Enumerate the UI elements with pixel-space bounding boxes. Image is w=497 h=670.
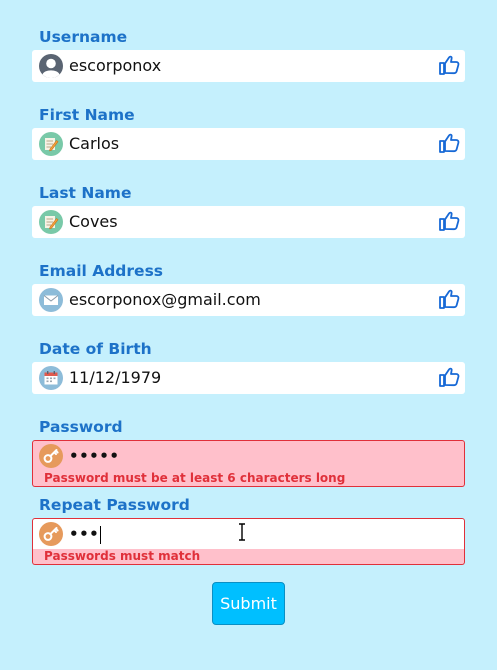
envelope-icon (39, 288, 63, 312)
last-name-value: Coves (69, 212, 118, 231)
first-name-label: First Name (39, 106, 135, 124)
email-field[interactable]: escorponox@gmail.com (32, 284, 465, 316)
password-error: Password must be at least 6 characters l… (32, 471, 465, 487)
dob-label: Date of Birth (39, 340, 152, 358)
password-field[interactable]: ••••• (32, 440, 465, 472)
thumbs-up-icon (439, 211, 460, 231)
last-name-label: Last Name (39, 184, 132, 202)
thumbs-up-icon (439, 289, 460, 309)
username-label: Username (39, 28, 128, 46)
repeat-password-value: ••• (69, 525, 100, 543)
email-value: escorponox@gmail.com (69, 290, 261, 309)
submit-button[interactable]: Submit (212, 582, 285, 625)
repeat-password-field[interactable]: ••• (32, 518, 465, 550)
key-icon (39, 444, 63, 468)
user-icon (39, 54, 63, 78)
text-caret (100, 525, 102, 544)
repeat-password-error: Passwords must match (32, 549, 465, 565)
thumbs-up-icon (439, 55, 460, 75)
first-name-field[interactable]: Carlos (32, 128, 465, 160)
password-label: Password (39, 418, 123, 436)
last-name-field[interactable]: Coves (32, 206, 465, 238)
repeat-password-value-wrap: ••• (69, 519, 102, 549)
thumbs-up-icon (439, 367, 460, 387)
dob-value: 11/12/1979 (69, 368, 162, 387)
thumbs-up-icon (439, 133, 460, 153)
edit-note-icon (39, 210, 63, 234)
ibeam-cursor-icon (239, 523, 245, 541)
key-icon (39, 522, 63, 546)
username-field[interactable]: escorponox (32, 50, 465, 82)
calendar-icon (39, 366, 63, 390)
username-value: escorponox (69, 56, 162, 75)
password-value: ••••• (69, 447, 120, 465)
edit-note-icon (39, 132, 63, 156)
first-name-value: Carlos (69, 134, 120, 153)
dob-field[interactable]: 11/12/1979 (32, 362, 465, 394)
email-label: Email Address (39, 262, 164, 280)
repeat-password-label: Repeat Password (39, 496, 190, 514)
